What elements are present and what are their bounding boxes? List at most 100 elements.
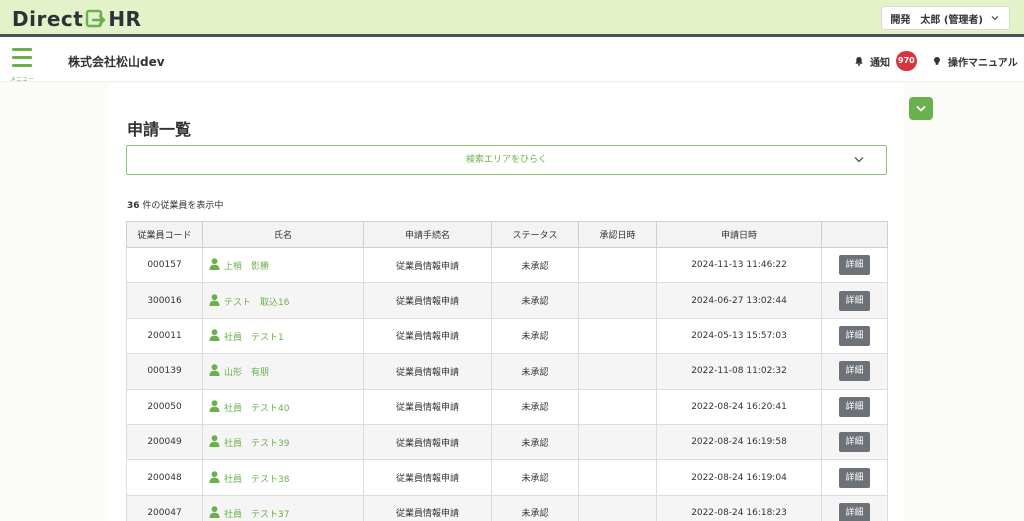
cell-employee-name[interactable]: 社員 テスト1 <box>202 317 364 355</box>
detail-button[interactable]: 詳細 <box>839 396 870 417</box>
hamburger-icon-bar <box>12 48 32 51</box>
user-menu-button[interactable]: 開発 太郎 (管理者) <box>881 6 1010 30</box>
employee-name-link[interactable]: 山形 有朋 <box>224 368 269 378</box>
person-icon <box>209 506 220 518</box>
cell-status: 未承認 <box>491 353 579 390</box>
logo-text-left: Direct <box>12 7 84 31</box>
search-toggle-label: 検索エリアをひらく <box>465 155 547 165</box>
column-header-name[interactable]: 氏名 <box>202 221 364 248</box>
scroll-down-button[interactable] <box>909 97 933 120</box>
cell-applied-at: 2022-08-24 16:19:58 <box>656 423 822 461</box>
detail-button[interactable]: 詳細 <box>839 467 870 488</box>
notification-button[interactable]: 通知 970 <box>854 51 917 71</box>
detail-button[interactable]: 詳細 <box>839 361 870 382</box>
cell-employee-name[interactable]: 山形 有朋 <box>202 353 364 390</box>
menu-button[interactable]: メニュー <box>10 46 35 83</box>
column-header-code[interactable]: 従業員コード <box>126 221 203 248</box>
person-icon <box>209 364 220 377</box>
cell-status: 未承認 <box>491 282 579 319</box>
cell-approved-at <box>578 317 657 355</box>
chevron-down-icon <box>991 16 999 21</box>
person-icon <box>209 293 220 306</box>
detail-button[interactable]: 詳細 <box>839 502 870 521</box>
cell-applied-at: 2024-05-13 15:57:03 <box>656 317 822 355</box>
cell-action: 詳細 <box>821 423 888 461</box>
detail-button[interactable]: 詳細 <box>839 255 870 276</box>
employee-name-link[interactable]: 社員 テスト39 <box>224 439 289 449</box>
search-area-toggle[interactable]: 検索エリアをひらく <box>126 145 887 175</box>
employee-name-link[interactable]: 社員 テスト37 <box>224 510 289 520</box>
cell-status: 未承認 <box>491 317 579 355</box>
cell-approved-at <box>578 459 657 496</box>
cell-employee-name[interactable]: 上梢 影勝 <box>202 246 364 284</box>
cell-employee-code: 200011 <box>126 317 203 355</box>
column-header-procedure[interactable]: 申請手続名 <box>363 221 492 248</box>
table-row: 300016 テスト 取込16 従業員情報申請 未承認 2024-06-27 13:02… <box>126 282 888 319</box>
cell-employee-code: 200047 <box>126 494 203 521</box>
cell-applied-at: 2024-06-27 13:02:44 <box>656 282 822 319</box>
direct-hr-logo[interactable]: Direct HR <box>12 6 141 32</box>
hamburger-icon-bar <box>12 64 32 67</box>
cell-employee-name[interactable]: 社員 テスト38 <box>202 459 364 496</box>
employee-name-link[interactable]: 社員 テスト1 <box>224 333 284 343</box>
cell-employee-name[interactable]: 社員 テスト37 <box>202 494 364 521</box>
cell-approved-at <box>578 246 657 284</box>
lightbulb-icon <box>934 57 940 65</box>
person-icon <box>209 400 220 412</box>
cell-employee-code: 200048 <box>126 459 203 496</box>
manual-label: 操作マニュアル <box>948 57 1018 69</box>
logo-text-right: HR <box>108 7 142 31</box>
notification-count-badge: 970 <box>896 51 917 71</box>
table-row: 000157 上梢 影勝 従業員情報申請 未承認 2024-11-13 11:46:22… <box>126 246 888 284</box>
notification-label: 通知 <box>870 57 890 69</box>
cell-approved-at <box>578 353 657 390</box>
table-row: 200011 社員 テスト1 従業員情報申請 未承認 2024-05-13 15:57:… <box>126 317 888 355</box>
cell-procedure: 従業員情報申請 <box>363 282 492 319</box>
cell-applied-at: 2022-08-24 16:20:41 <box>656 388 822 425</box>
cell-approved-at <box>578 494 657 521</box>
table-row: 200047 社員 テスト37 従業員情報申請 未承認 2022-08-24 16:18… <box>126 494 888 521</box>
cell-applied-at: 2024-11-13 11:46:22 <box>656 246 822 284</box>
cell-procedure: 従業員情報申請 <box>363 388 492 425</box>
cell-status: 未承認 <box>491 423 579 461</box>
brand-bar: Direct HR 開発 太郎 (管理者) <box>0 0 1024 37</box>
app-header: メニュー 株式会社松山dev 通知 970 操作マニュアル <box>0 40 1024 83</box>
person-icon <box>209 470 220 483</box>
employee-name-link[interactable]: 上梢 影勝 <box>224 262 269 272</box>
column-header-applied-at[interactable]: 申請日時 <box>656 221 822 248</box>
detail-button[interactable]: 詳細 <box>839 432 870 453</box>
cell-action: 詳細 <box>821 353 888 390</box>
result-count-text: 件の従業員を表示中 <box>142 201 224 211</box>
logo-arrow-icon <box>86 9 106 28</box>
cell-status: 未承認 <box>491 459 579 496</box>
cell-employee-code: 300016 <box>126 282 203 319</box>
cell-action: 詳細 <box>821 282 888 319</box>
menu-label: メニュー <box>10 76 35 83</box>
cell-applied-at: 2022-11-08 11:02:32 <box>656 353 822 390</box>
employee-name-link[interactable]: 社員 テスト38 <box>224 475 289 485</box>
employee-name-link[interactable]: 社員 テスト40 <box>224 404 289 414</box>
cell-employee-name[interactable]: 社員 テスト40 <box>202 388 364 425</box>
page-title: 申請一覧 <box>127 120 192 139</box>
employee-name-link[interactable]: テスト 取込16 <box>224 298 289 308</box>
detail-button[interactable]: 詳細 <box>839 290 870 311</box>
cell-procedure: 従業員情報申請 <box>363 353 492 390</box>
person-icon <box>209 435 220 448</box>
cell-employee-name[interactable]: 社員 テスト39 <box>202 423 364 461</box>
cell-approved-at <box>578 282 657 319</box>
column-header-status[interactable]: ステータス <box>491 221 579 248</box>
detail-button[interactable]: 詳細 <box>839 325 870 346</box>
user-name: 開発 太郎 (管理者) <box>890 14 983 26</box>
cell-action: 詳細 <box>821 459 888 496</box>
bell-icon <box>855 57 863 66</box>
manual-link[interactable]: 操作マニュアル <box>932 51 1018 71</box>
cell-procedure: 従業員情報申請 <box>363 494 492 521</box>
cell-employee-name[interactable]: テスト 取込16 <box>202 282 364 319</box>
cell-status: 未承認 <box>491 388 579 425</box>
table-row: 200049 社員 テスト39 従業員情報申請 未承認 2022-08-24 16:19… <box>126 423 888 461</box>
table-row: 200048 社員 テスト38 従業員情報申請 未承認 2022-08-24 16:19… <box>126 459 888 496</box>
chevron-down-icon <box>854 157 864 163</box>
result-count-number: 36 <box>127 201 140 211</box>
column-header-approved-at[interactable]: 承認日時 <box>578 221 657 248</box>
result-count: 36 件の従業員を表示中 <box>127 198 223 211</box>
